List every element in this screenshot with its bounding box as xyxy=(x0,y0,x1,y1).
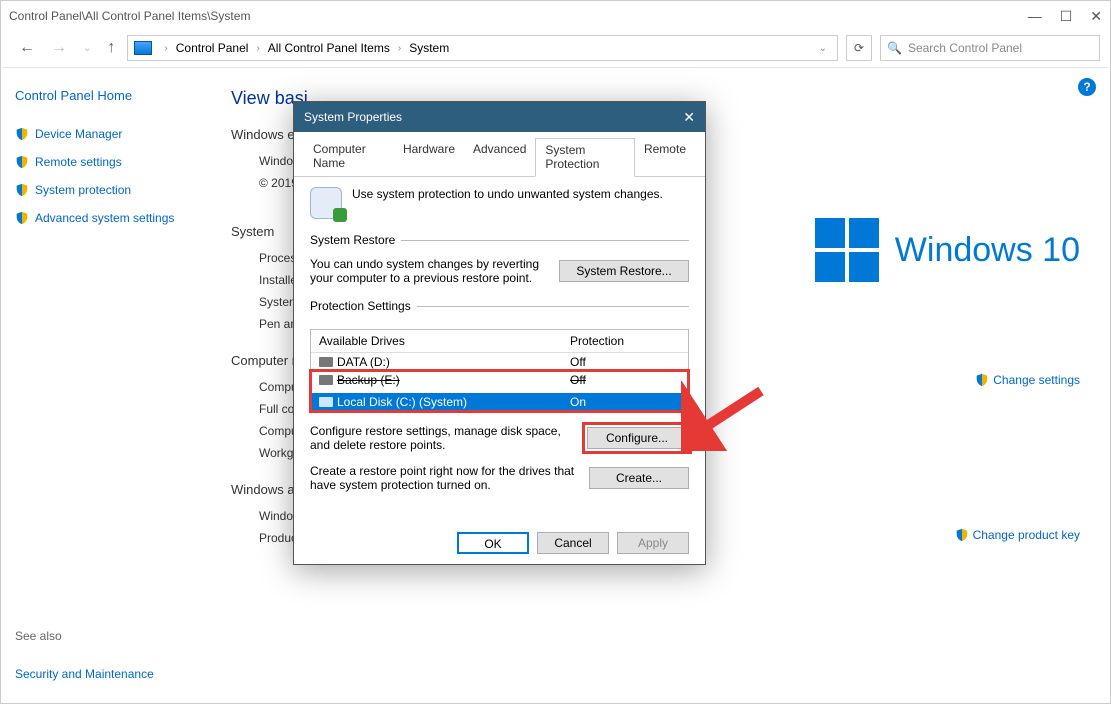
tab-advanced[interactable]: Advanced xyxy=(464,138,535,176)
shield-icon xyxy=(15,183,29,197)
tab-remote[interactable]: Remote xyxy=(635,138,695,176)
drives-list: Available Drives Protection DATA (D:) Of… xyxy=(310,329,689,412)
tab-hardware[interactable]: Hardware xyxy=(394,138,464,176)
chevron-right-icon[interactable]: › xyxy=(252,43,263,54)
search-input[interactable]: 🔍 Search Control Panel xyxy=(880,35,1100,61)
maximize-button[interactable]: ☐ xyxy=(1060,8,1073,25)
dialog-footer: OK Cancel Apply xyxy=(457,532,689,554)
shield-icon xyxy=(15,127,29,141)
close-button[interactable]: ✕ xyxy=(1090,8,1102,25)
fieldset-system-restore: System Restore You can undo system chang… xyxy=(310,233,689,291)
ok-button[interactable]: OK xyxy=(457,532,529,554)
drive-name: Local Disk (C:) (System) xyxy=(337,395,566,409)
windows-logo-icon xyxy=(815,218,879,282)
shield-icon xyxy=(15,211,29,225)
windows-logo: Windows 10 xyxy=(815,218,1080,282)
fieldset-protection-settings: Protection Settings Available Drives Pro… xyxy=(310,299,689,498)
dialog-title: System Properties xyxy=(304,110,402,124)
drive-name: Backup (E:) xyxy=(337,373,566,387)
sidebar-item-label: Remote settings xyxy=(35,155,122,169)
window-titlebar: Control Panel\All Control Panel Items\Sy… xyxy=(1,1,1110,31)
change-product-key-link[interactable]: Change product key xyxy=(955,528,1080,542)
drive-row[interactable]: Backup (E:) Off xyxy=(311,371,688,389)
dialog-close-button[interactable]: ✕ xyxy=(683,109,695,126)
back-button[interactable]: ← xyxy=(15,35,39,61)
shield-icon xyxy=(975,373,989,387)
refresh-button[interactable]: ⟳ xyxy=(846,35,872,61)
chevron-right-icon[interactable]: › xyxy=(160,43,171,54)
breadcrumb-item[interactable]: Control Panel xyxy=(176,41,249,55)
sidebar-item-label: System protection xyxy=(35,183,131,197)
control-panel-home-link[interactable]: Control Panel Home xyxy=(15,88,191,103)
drive-protection: Off xyxy=(570,355,680,369)
sidebar: Control Panel Home Device Manager Remote… xyxy=(3,68,203,701)
restore-icon xyxy=(310,187,342,219)
recent-dropdown[interactable]: ⌄ xyxy=(79,39,95,58)
change-settings-link[interactable]: Change settings xyxy=(975,373,1080,387)
chevron-down-icon[interactable]: ⌄ xyxy=(815,43,831,54)
computer-icon xyxy=(134,41,152,55)
chevron-right-icon[interactable]: › xyxy=(394,43,405,54)
system-restore-button[interactable]: System Restore... xyxy=(559,260,689,282)
apply-button[interactable]: Apply xyxy=(617,532,689,554)
shield-icon xyxy=(15,155,29,169)
see-also-label: See also xyxy=(15,629,191,643)
window-title: Control Panel\All Control Panel Items\Sy… xyxy=(9,9,1028,23)
drive-name: DATA (D:) xyxy=(337,355,566,369)
configure-desc: Configure restore settings, manage disk … xyxy=(310,424,573,452)
drive-row-highlight-group: Backup (E:) Off Local Disk (C:) (System)… xyxy=(311,371,688,411)
tab-computer-name[interactable]: Computer Name xyxy=(304,138,394,176)
drive-row-selected[interactable]: Local Disk (C:) (System) On xyxy=(311,393,688,411)
hint-text: Use system protection to undo unwanted s… xyxy=(352,187,663,201)
col-protection: Protection xyxy=(570,334,680,348)
breadcrumb-item[interactable]: System xyxy=(409,41,449,55)
drive-protection: Off xyxy=(570,373,680,387)
security-maintenance-link[interactable]: Security and Maintenance xyxy=(15,667,191,681)
sidebar-link-remote-settings[interactable]: Remote settings xyxy=(15,155,191,169)
tab-system-protection[interactable]: System Protection xyxy=(535,138,635,177)
nav-row: ← → ⌄ ↑ › Control Panel › All Control Pa… xyxy=(1,31,1110,65)
drives-header: Available Drives Protection xyxy=(311,330,688,353)
breadcrumb-item[interactable]: All Control Panel Items xyxy=(268,41,390,55)
sidebar-link-advanced-system-settings[interactable]: Advanced system settings xyxy=(15,211,191,225)
forward-button[interactable]: → xyxy=(47,35,71,61)
up-button[interactable]: ↑ xyxy=(103,35,119,61)
create-desc: Create a restore point right now for the… xyxy=(310,464,577,492)
drive-protection: On xyxy=(570,395,680,409)
sidebar-item-label: Device Manager xyxy=(35,127,122,141)
dialog-tabs: Computer Name Hardware Advanced System P… xyxy=(294,132,705,177)
link-label: Change product key xyxy=(973,528,1080,542)
drive-icon xyxy=(319,397,333,407)
drive-icon xyxy=(319,375,333,385)
address-bar[interactable]: › Control Panel › All Control Panel Item… xyxy=(127,35,838,61)
search-placeholder: Search Control Panel xyxy=(908,41,1022,55)
drive-row[interactable]: DATA (D:) Off xyxy=(311,353,688,371)
shield-icon xyxy=(955,528,969,542)
link-label: Change settings xyxy=(993,373,1080,387)
restore-desc: You can undo system changes by reverting… xyxy=(310,257,547,285)
hint-row: Use system protection to undo unwanted s… xyxy=(310,187,689,219)
system-properties-dialog: System Properties ✕ Computer Name Hardwa… xyxy=(293,101,706,565)
minimize-button[interactable]: — xyxy=(1028,8,1042,25)
search-icon: 🔍 xyxy=(887,41,902,55)
legend-system-restore: System Restore xyxy=(310,233,401,247)
drive-icon xyxy=(319,357,333,367)
configure-button[interactable]: Configure... xyxy=(587,427,687,449)
windows-brand-text: Windows 10 xyxy=(895,231,1080,270)
sidebar-link-device-manager[interactable]: Device Manager xyxy=(15,127,191,141)
annotation-arrow xyxy=(681,381,771,451)
help-button[interactable]: ? xyxy=(1078,78,1096,96)
sidebar-item-label: Advanced system settings xyxy=(35,211,174,225)
sidebar-link-system-protection[interactable]: System protection xyxy=(15,183,191,197)
col-available-drives: Available Drives xyxy=(319,334,570,348)
create-button[interactable]: Create... xyxy=(589,467,689,489)
dialog-titlebar: System Properties ✕ xyxy=(294,102,705,132)
legend-protection-settings: Protection Settings xyxy=(310,299,417,313)
cancel-button[interactable]: Cancel xyxy=(537,532,609,554)
